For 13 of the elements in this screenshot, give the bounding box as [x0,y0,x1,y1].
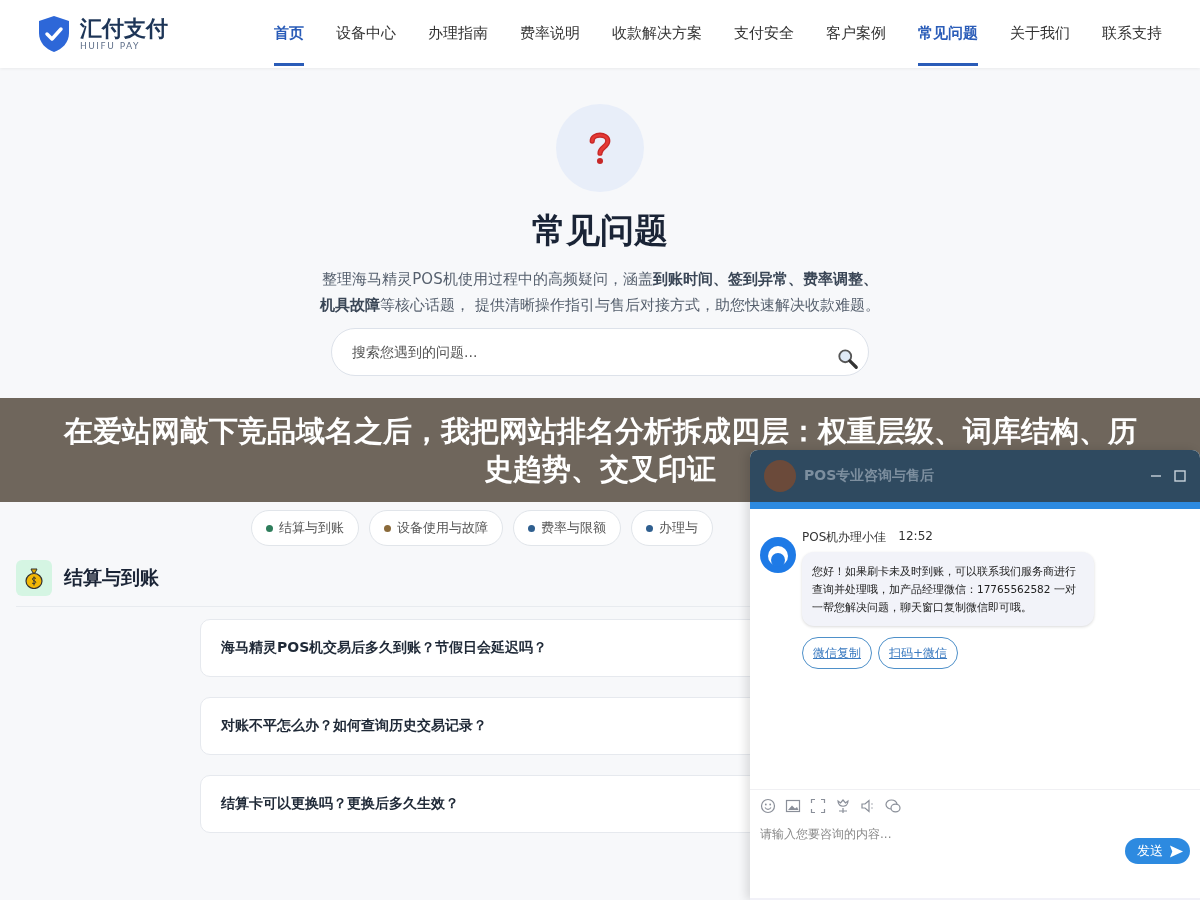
sender-name: POS机办理小佳 [802,529,887,546]
section-title: 结算与到账 [64,565,159,590]
category-label: 办理与 [659,519,698,537]
category-label: 设备使用与故障 [397,519,488,537]
chat-title: POS专业咨询与售后 [804,467,935,485]
category-label: 费率与限额 [541,519,606,537]
brand-tagline: HUIFU PAY [80,41,141,51]
message-bubble: 您好！如果刷卡未及时到账，可以联系我们服务商进行查询并处理哦，加产品经理微信：17765562582 一对一帮您解决问题，聊天窗口复制微信即可哦。 [802,552,1094,626]
brand-name: 汇付支付 [80,17,168,41]
message-time: 12:52 [898,529,933,545]
intro-text: 整理海马精灵POS机使用过程中的高频疑问，涵盖到账时间、签到异常、费率调整、机具故障等核心话题， 提供清晰操作指引与售后对接方式，助您快速解决收款难题。 [319,269,881,316]
category-label: 结算与到账 [279,519,344,537]
page-title: 常见问题 [532,209,668,252]
